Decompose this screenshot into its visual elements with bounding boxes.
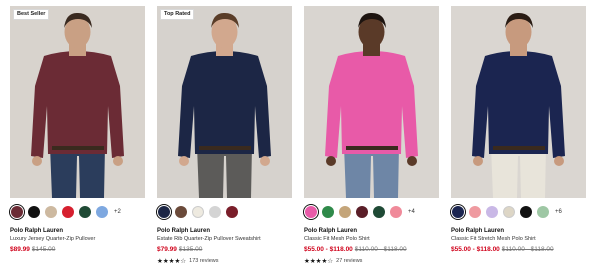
product-card[interactable]: Best Seller +2 Polo Ralph Lauren Luxury …	[10, 6, 145, 265]
best-seller-badge: Best Seller	[13, 9, 50, 20]
product-price: $55.00 - $118.00 $110.00 - $118.00	[304, 246, 439, 254]
product-name[interactable]: Classic Fit Stretch Mesh Polo Shirt	[451, 236, 586, 243]
color-swatches	[157, 205, 292, 219]
color-swatch-0[interactable]	[305, 206, 317, 218]
product-image[interactable]	[451, 6, 586, 198]
product-image[interactable]	[304, 6, 439, 198]
color-swatch-3[interactable]	[503, 206, 515, 218]
color-swatch-1[interactable]	[469, 206, 481, 218]
review-count[interactable]: 27 reviews	[336, 258, 362, 264]
product-card[interactable]: +4 Polo Ralph Lauren Classic Fit Mesh Po…	[304, 6, 439, 265]
model-hand-right	[407, 156, 417, 166]
color-swatches: +2	[10, 205, 145, 219]
color-swatch-4[interactable]	[226, 206, 238, 218]
original-price: $110.00 - $118.00	[354, 246, 407, 253]
color-swatch-2[interactable]	[192, 206, 204, 218]
color-swatch-0[interactable]	[11, 206, 23, 218]
sale-price: $79.99	[157, 246, 177, 253]
color-swatch-1[interactable]	[175, 206, 187, 218]
model-belt	[493, 146, 545, 150]
product-image[interactable]: Top Rated	[157, 6, 292, 198]
product-brand: Polo Ralph Lauren	[157, 228, 211, 234]
color-swatches: +6	[451, 205, 586, 219]
model-illustration	[451, 6, 586, 198]
product-name[interactable]: Luxury Jersey Quarter-Zip Pullover	[10, 236, 145, 243]
color-swatch-4[interactable]	[373, 206, 385, 218]
model-hand-left	[179, 156, 189, 166]
model-hand-right	[113, 156, 123, 166]
sale-price: $89.99	[10, 246, 30, 253]
product-image[interactable]: Best Seller	[10, 6, 145, 198]
model-belt	[199, 146, 251, 150]
color-swatch-0[interactable]	[452, 206, 464, 218]
color-swatch-2[interactable]	[339, 206, 351, 218]
product-rating[interactable]: ★★★★☆ 173 reviews	[157, 257, 292, 265]
top-rated-badge: Top Rated	[160, 9, 195, 20]
product-price: $79.99 $135.00	[157, 246, 292, 254]
review-count[interactable]: 173 reviews	[189, 258, 218, 264]
color-swatch-5[interactable]	[390, 206, 402, 218]
color-swatch-4[interactable]	[520, 206, 532, 218]
sale-price: $55.00 - $118.00	[451, 246, 500, 253]
star-rating-icon: ★★★★☆	[157, 257, 187, 265]
color-swatch-1[interactable]	[28, 206, 40, 218]
model-hand-left	[473, 156, 483, 166]
product-brand: Polo Ralph Lauren	[10, 228, 64, 234]
star-rating-icon: ★★★★☆	[304, 257, 334, 265]
color-swatch-2[interactable]	[486, 206, 498, 218]
product-grid: Best Seller +2 Polo Ralph Lauren Luxury …	[10, 6, 586, 265]
model-belt	[346, 146, 398, 150]
model-illustration	[304, 6, 439, 198]
color-swatch-3[interactable]	[356, 206, 368, 218]
sale-price: $55.00 - $118.00	[304, 246, 353, 253]
product-card[interactable]: Top Rated Polo Ralph Lauren Estate Rib Q…	[157, 6, 292, 265]
product-name[interactable]: Estate Rib Quarter-Zip Pullover Sweatshi…	[157, 236, 292, 243]
more-colors-link[interactable]: +6	[555, 209, 562, 215]
model-hand-left	[32, 156, 42, 166]
product-card[interactable]: +6 Polo Ralph Lauren Classic Fit Stretch…	[451, 6, 586, 265]
product-price: $55.00 - $118.00 $110.00 - $118.00	[451, 246, 586, 254]
product-name[interactable]: Classic Fit Mesh Polo Shirt	[304, 236, 439, 243]
color-swatch-5[interactable]	[537, 206, 549, 218]
color-swatch-0[interactable]	[158, 206, 170, 218]
model-hand-right	[554, 156, 564, 166]
model-hand-right	[260, 156, 270, 166]
color-swatch-4[interactable]	[79, 206, 91, 218]
color-swatch-3[interactable]	[62, 206, 74, 218]
color-swatches: +4	[304, 205, 439, 219]
model-illustration	[157, 6, 292, 198]
color-swatch-1[interactable]	[322, 206, 334, 218]
original-price: $135.00	[178, 246, 203, 253]
model-belt	[52, 146, 104, 150]
product-brand: Polo Ralph Lauren	[304, 228, 358, 234]
color-swatch-2[interactable]	[45, 206, 57, 218]
product-rating[interactable]: ★★★★☆ 27 reviews	[304, 257, 439, 265]
color-swatch-3[interactable]	[209, 206, 221, 218]
product-brand: Polo Ralph Lauren	[451, 228, 505, 234]
model-hand-left	[326, 156, 336, 166]
model-illustration	[10, 6, 145, 198]
color-swatch-5[interactable]	[96, 206, 108, 218]
original-price: $145.00	[31, 246, 56, 253]
original-price: $110.00 - $118.00	[501, 246, 554, 253]
product-price: $89.99 $145.00	[10, 246, 145, 254]
more-colors-link[interactable]: +2	[114, 209, 121, 215]
more-colors-link[interactable]: +4	[408, 209, 415, 215]
